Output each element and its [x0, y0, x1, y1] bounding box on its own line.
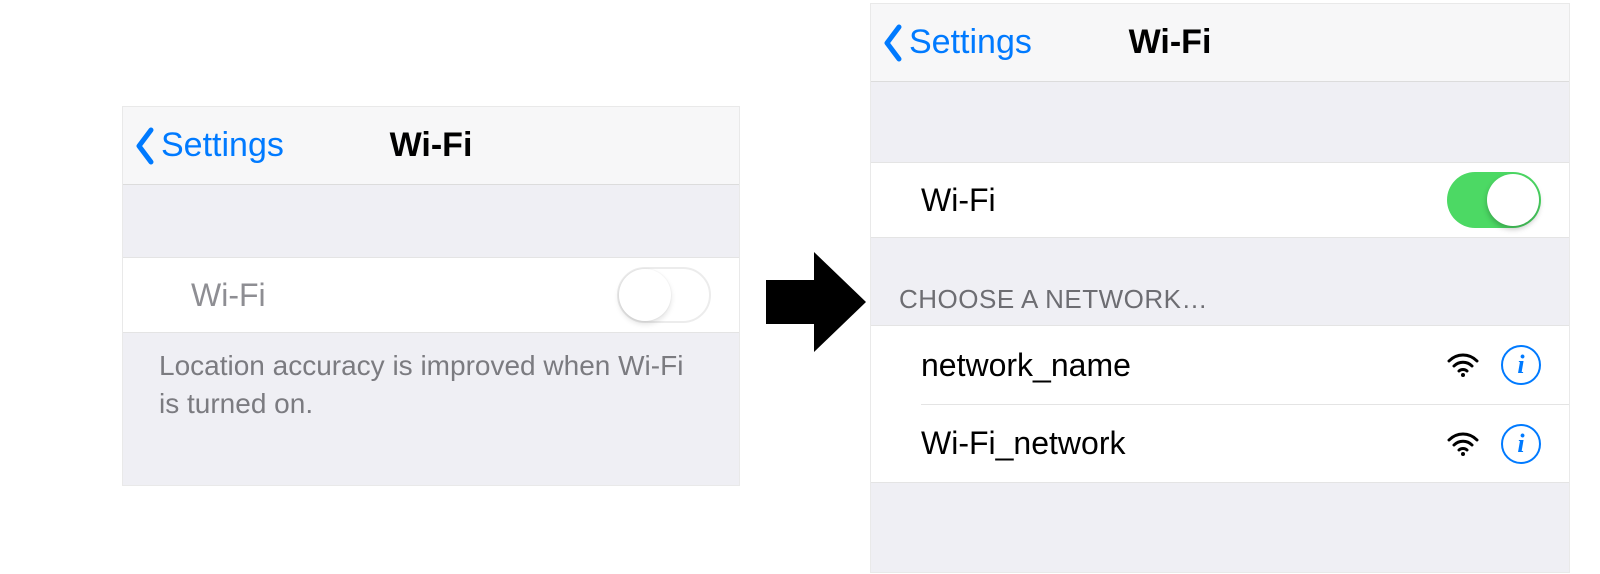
- wifi-settings-off-panel: Settings Wi-Fi Wi-Fi Location accuracy i…: [122, 106, 740, 486]
- spacer: [123, 185, 739, 257]
- back-button[interactable]: Settings: [123, 126, 284, 165]
- arrow-icon: [766, 242, 866, 362]
- wifi-toggle-row[interactable]: Wi-Fi: [123, 257, 739, 333]
- chevron-left-icon: [133, 127, 157, 165]
- network-name: Wi-Fi_network: [921, 425, 1447, 462]
- spacer: [871, 82, 1569, 162]
- wifi-toggle-row[interactable]: Wi-Fi: [871, 162, 1569, 238]
- chevron-left-icon: [881, 24, 905, 62]
- network-row[interactable]: network_name i: [871, 326, 1569, 404]
- network-list: network_name i Wi-Fi_network i: [871, 325, 1569, 483]
- navbar: Settings Wi-Fi: [871, 4, 1569, 82]
- network-row[interactable]: Wi-Fi_network i: [921, 404, 1569, 482]
- navbar: Settings Wi-Fi: [123, 107, 739, 185]
- wifi-settings-on-panel: Settings Wi-Fi Wi-Fi CHOOSE A NETWORK… n…: [870, 3, 1570, 573]
- info-icon[interactable]: i: [1501, 424, 1541, 464]
- network-name: network_name: [921, 347, 1447, 384]
- info-icon[interactable]: i: [1501, 345, 1541, 385]
- wifi-off-footer-text: Location accuracy is improved when Wi-Fi…: [123, 333, 739, 437]
- wifi-toggle-off[interactable]: [617, 267, 711, 323]
- wifi-signal-icon: [1447, 432, 1479, 456]
- back-label: Settings: [909, 23, 1032, 62]
- wifi-toggle-on[interactable]: [1447, 172, 1541, 228]
- back-button[interactable]: Settings: [871, 23, 1032, 62]
- choose-network-header: CHOOSE A NETWORK…: [871, 238, 1569, 325]
- wifi-signal-icon: [1447, 353, 1479, 377]
- back-label: Settings: [161, 126, 284, 165]
- wifi-toggle-label: Wi-Fi: [921, 182, 1447, 219]
- wifi-toggle-label: Wi-Fi: [191, 277, 617, 314]
